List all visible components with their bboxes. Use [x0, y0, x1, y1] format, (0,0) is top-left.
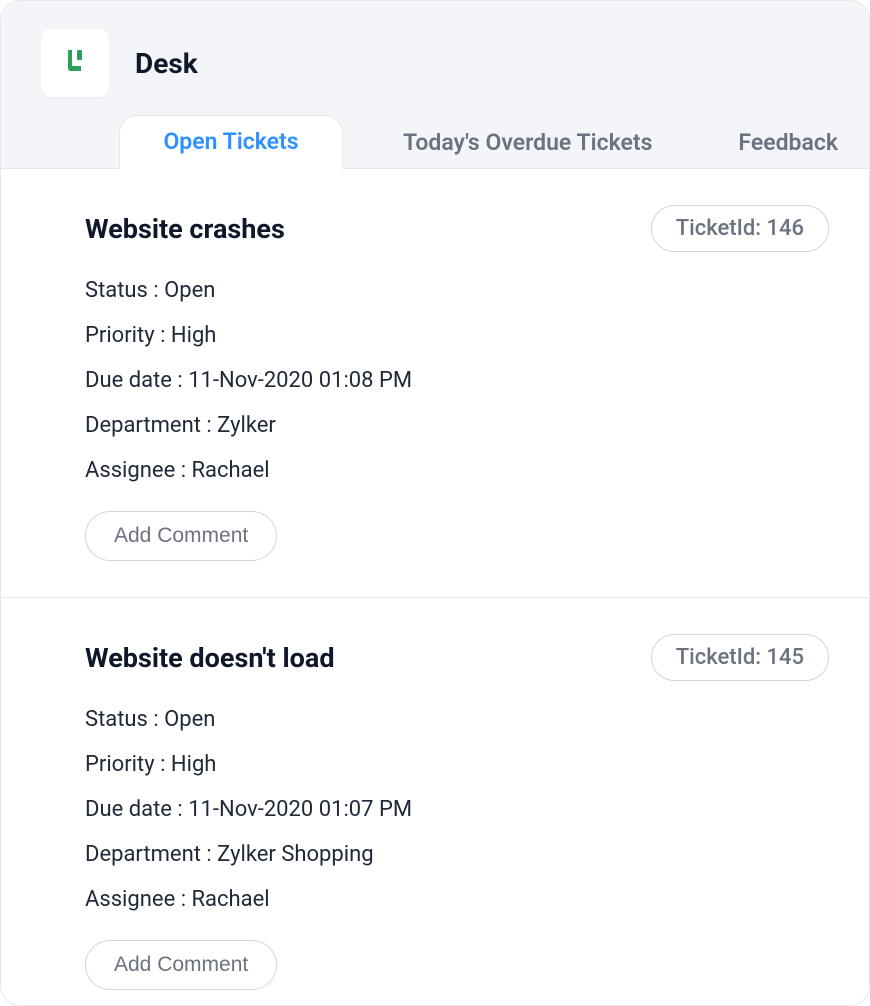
ticket-department: Department : Zylker [85, 413, 829, 438]
desk-icon [58, 44, 92, 82]
add-comment-button[interactable]: Add Comment [85, 940, 277, 990]
ticket-due-date: Due date : 11-Nov-2020 01:08 PM [85, 368, 829, 393]
desk-card: Desk Open Tickets Today's Overdue Ticket… [0, 0, 870, 1006]
ticket-priority: Priority : High [85, 752, 829, 777]
tab-overdue-tickets[interactable]: Today's Overdue Tickets [377, 117, 678, 168]
ticket-department: Department : Zylker Shopping [85, 842, 829, 867]
ticket-id-badge: TicketId: 146 [651, 205, 829, 252]
ticket-priority: Priority : High [85, 323, 829, 348]
ticket-title: Website crashes [85, 213, 285, 245]
tab-feedback[interactable]: Feedback [712, 117, 864, 168]
tickets-content: Website crashes TicketId: 146 Status : O… [1, 169, 869, 1006]
app-title: Desk [135, 47, 198, 80]
add-comment-button[interactable]: Add Comment [85, 511, 277, 561]
ticket-id-prefix: TicketId: [676, 645, 761, 670]
ticket-item: Website doesn't load TicketId: 145 Statu… [1, 597, 869, 1006]
ticket-head: Website crashes TicketId: 146 [85, 205, 829, 252]
ticket-id-value: 145 [766, 645, 804, 670]
app-logo [41, 29, 109, 97]
ticket-item: Website crashes TicketId: 146 Status : O… [1, 169, 869, 597]
ticket-assignee: Assignee : Rachael [85, 887, 829, 912]
header-top: Desk [1, 29, 869, 115]
ticket-id-value: 146 [766, 216, 804, 241]
ticket-status: Status : Open [85, 278, 829, 303]
ticket-head: Website doesn't load TicketId: 145 [85, 634, 829, 681]
ticket-id-prefix: TicketId: [676, 216, 761, 241]
tabs: Open Tickets Today's Overdue Tickets Fee… [1, 115, 869, 169]
tab-open-tickets[interactable]: Open Tickets [119, 114, 343, 168]
header: Desk Open Tickets Today's Overdue Ticket… [1, 1, 869, 169]
ticket-id-badge: TicketId: 145 [651, 634, 829, 681]
ticket-status: Status : Open [85, 707, 829, 732]
ticket-due-date: Due date : 11-Nov-2020 01:07 PM [85, 797, 829, 822]
ticket-title: Website doesn't load [85, 642, 335, 674]
ticket-assignee: Assignee : Rachael [85, 458, 829, 483]
